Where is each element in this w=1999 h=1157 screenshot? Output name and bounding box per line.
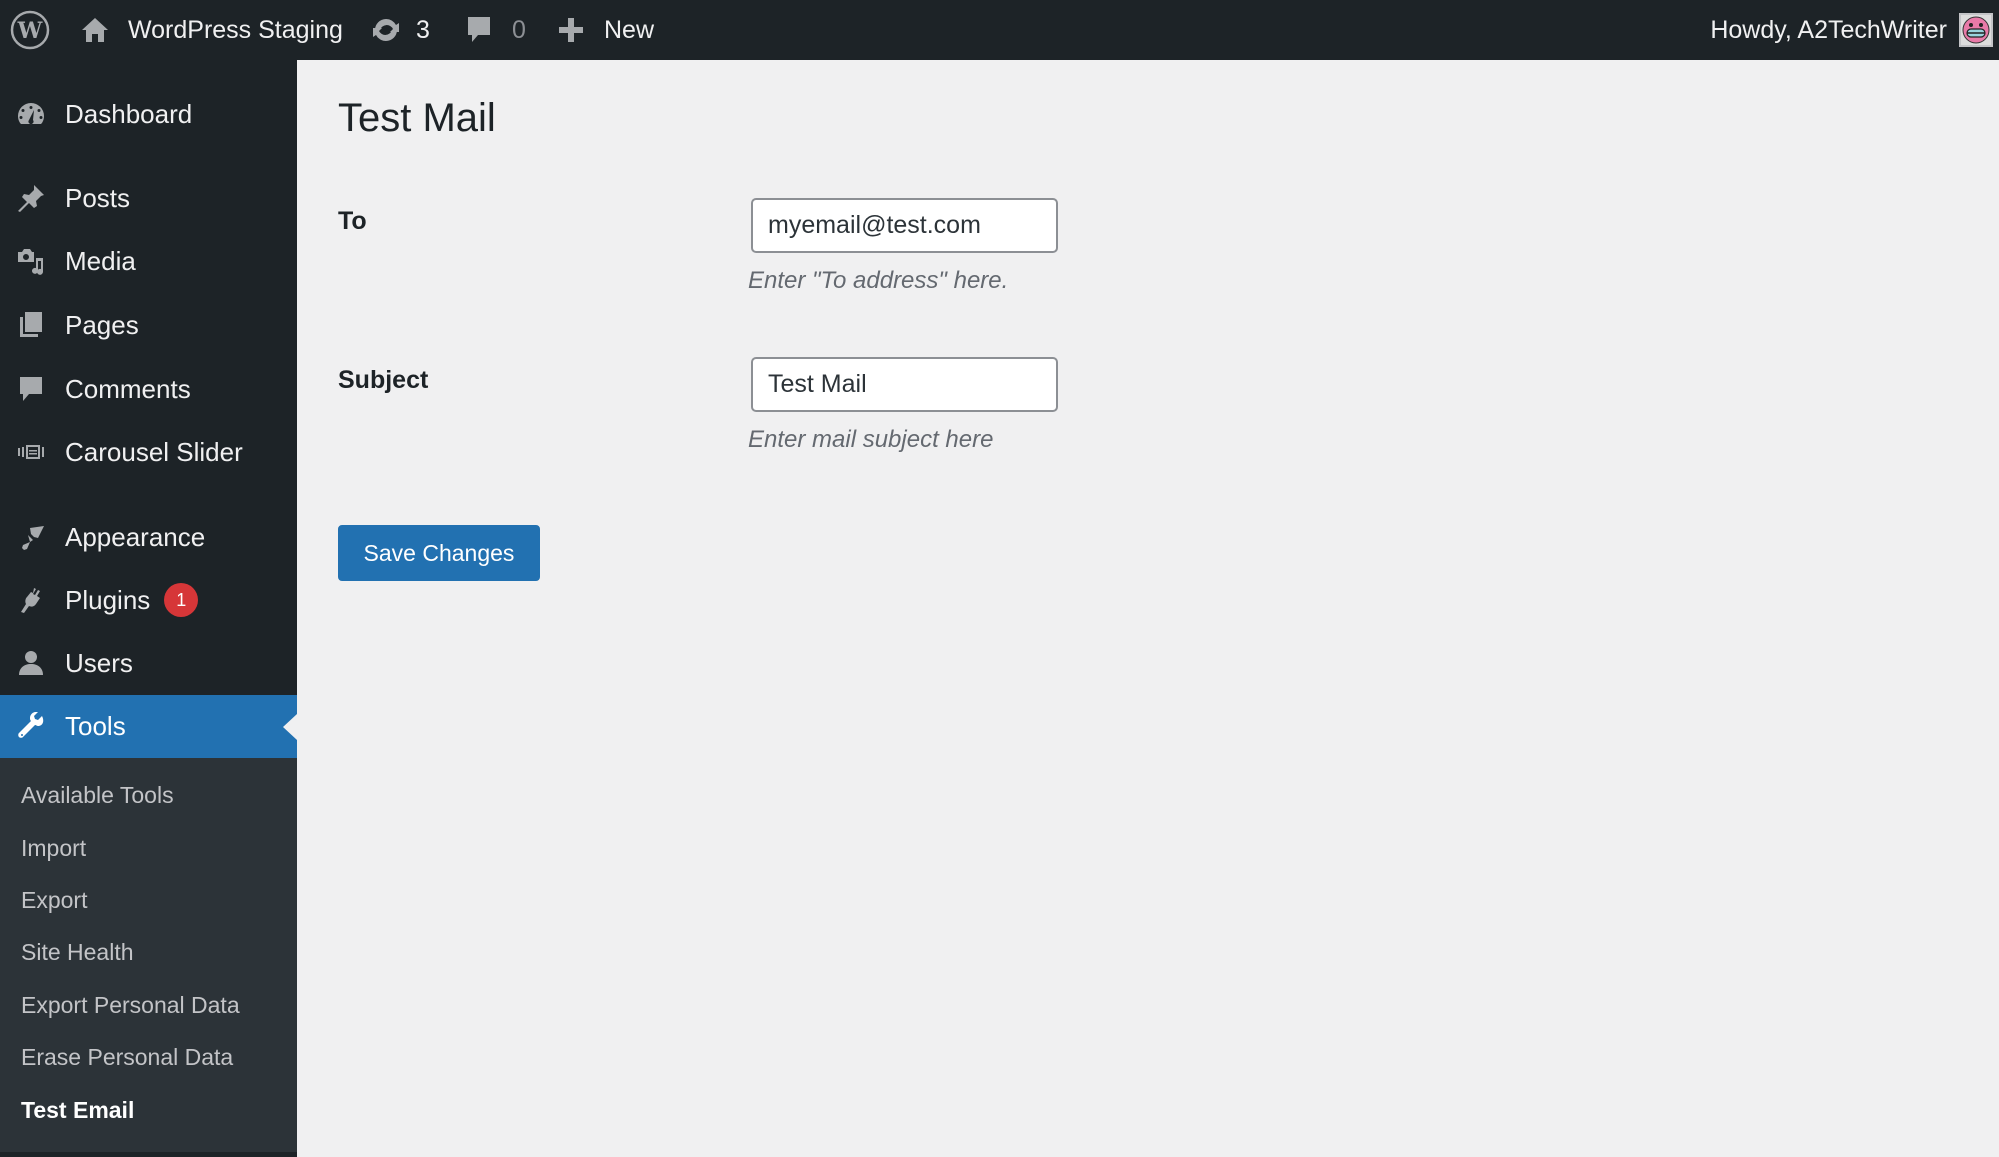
submenu-item-test-email[interactable]: Test Email — [21, 1097, 134, 1124]
submenu-item-import[interactable]: Import — [21, 835, 86, 862]
to-description: Enter "To address" here. — [748, 267, 1009, 294]
my-account-link[interactable]: Howdy, A2TechWriter — [1710, 0, 1993, 60]
subject-description: Enter mail subject here — [748, 426, 994, 453]
sidebar-item-carousel-slider[interactable]: Carousel Slider — [0, 424, 297, 480]
sidebar-item-label: Carousel Slider — [65, 436, 243, 467]
home-icon — [82, 18, 108, 42]
pin-icon — [15, 182, 47, 214]
dashboard-icon — [15, 98, 47, 130]
sidebar-item-appearance[interactable]: Appearance — [0, 509, 297, 565]
slides-icon — [15, 436, 47, 468]
sidebar-item-label: Media — [65, 245, 136, 276]
sidebar-item-label: Tools — [65, 711, 126, 741]
site-name: WordPress Staging — [128, 15, 343, 44]
tools-submenu: Available Tools Import Export Site Healt… — [0, 758, 297, 1152]
sidebar-item-media[interactable]: Media — [0, 233, 297, 289]
save-changes-button[interactable]: Save Changes — [338, 525, 540, 581]
to-label: To — [338, 207, 367, 235]
plugins-update-badge: 1 — [164, 583, 199, 617]
subject-label: Subject — [338, 366, 429, 394]
submenu-item-site-health[interactable]: Site Health — [21, 939, 134, 966]
brush-icon — [15, 521, 47, 553]
current-menu-pointer — [283, 713, 297, 740]
sidebar-item-comments[interactable]: Comments — [0, 361, 297, 417]
howdy-greeting: Howdy, A2TechWriter — [1710, 15, 1947, 44]
sidebar-item-users[interactable]: Users — [0, 635, 297, 691]
comments-link[interactable]: 0 — [466, 0, 526, 60]
sidebar-item-label: Plugins — [65, 584, 151, 615]
sidebar-item-dashboard[interactable]: Dashboard — [0, 86, 297, 142]
sidebar-item-plugins[interactable]: Plugins 1 — [0, 572, 297, 628]
comments-count: 0 — [512, 15, 526, 44]
plug-icon — [15, 584, 47, 616]
pages-icon — [15, 309, 47, 341]
sidebar-item-label: Users — [65, 647, 133, 678]
new-label: New — [604, 15, 655, 44]
sidebar-item-label: Comments — [65, 373, 191, 404]
updates-count: 3 — [416, 15, 430, 44]
sidebar-item-label: Appearance — [65, 521, 206, 552]
sidebar-item-label: Dashboard — [65, 98, 193, 129]
user-icon — [15, 647, 47, 679]
sidebar-item-pages[interactable]: Pages — [0, 297, 297, 353]
new-content-link[interactable]: New — [558, 0, 654, 60]
comment-icon — [468, 17, 490, 42]
avatar — [1959, 13, 1993, 47]
media-icon — [15, 245, 47, 277]
sidebar-item-posts[interactable]: Posts — [0, 170, 297, 226]
to-address-input[interactable] — [751, 198, 1058, 253]
submenu-item-erase-personal-data[interactable]: Erase Personal Data — [21, 1044, 233, 1071]
subject-input[interactable] — [751, 357, 1058, 412]
submenu-item-export-personal-data[interactable]: Export Personal Data — [21, 992, 240, 1019]
sidebar-item-label: Posts — [65, 182, 131, 213]
page-title: Test Mail — [338, 96, 496, 140]
sidebar-item-tools[interactable]: Tools — [0, 695, 297, 758]
admin-sidebar: Dashboard Posts Media Pages Comments Car… — [0, 60, 297, 1157]
main-content: Test Mail To Enter "To address" here. Su… — [297, 60, 1999, 1157]
svg-text:W: W — [17, 18, 43, 44]
site-name-link[interactable]: WordPress Staging — [80, 0, 343, 60]
updates-icon — [373, 18, 399, 42]
comment-icon — [15, 373, 47, 405]
submenu-item-export[interactable]: Export — [21, 887, 87, 914]
updates-link[interactable]: 3 — [370, 0, 430, 60]
wordpress-logo-icon[interactable]: W — [10, 10, 50, 50]
submenu-item-available-tools[interactable]: Available Tools — [21, 782, 174, 809]
wrench-icon — [15, 711, 47, 743]
sidebar-item-label: Pages — [65, 309, 139, 340]
plus-icon — [559, 18, 583, 42]
admin-bar: W WordPress Staging 3 0 New Howdy, A2Tec… — [0, 0, 1999, 60]
